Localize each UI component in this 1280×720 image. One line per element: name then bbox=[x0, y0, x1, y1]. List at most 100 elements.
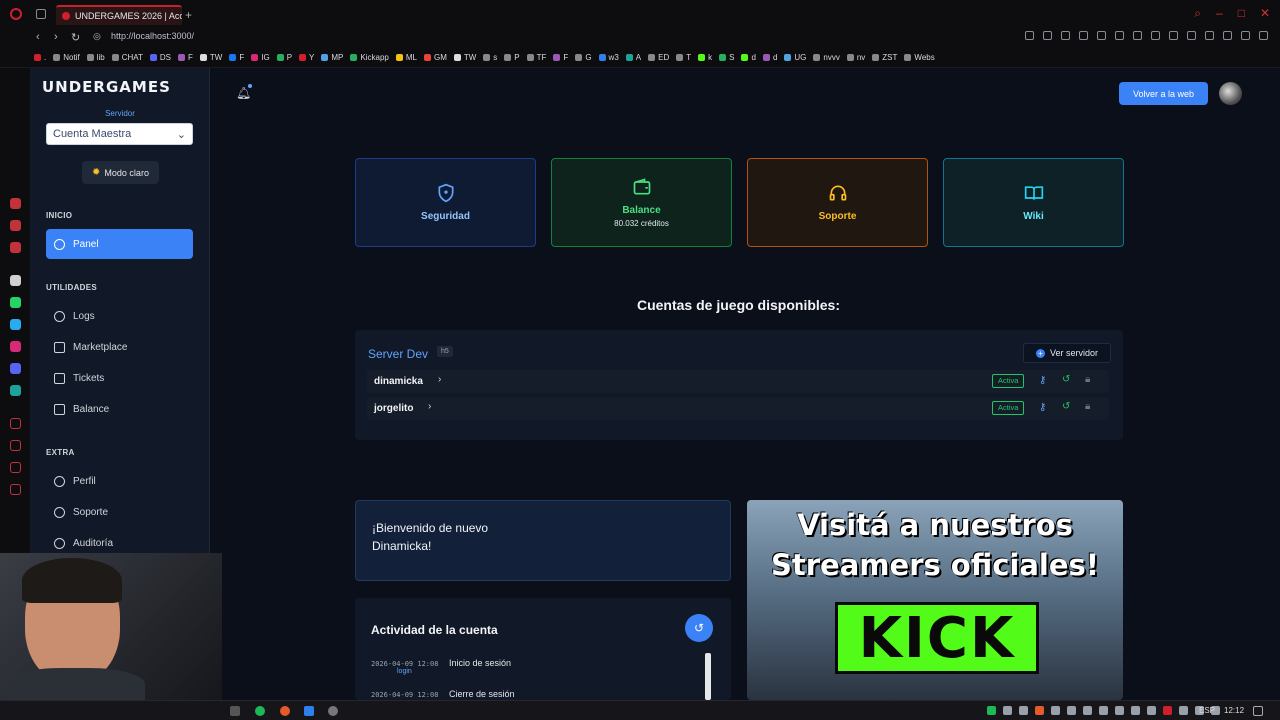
back-icon[interactable]: ‹ bbox=[36, 31, 40, 43]
search-icon[interactable]: ⌕ bbox=[1194, 6, 1201, 21]
bookmark-item[interactable]: s bbox=[483, 53, 497, 62]
bookmark-item[interactable]: ZST bbox=[872, 53, 897, 62]
sidebar-app-icon[interactable] bbox=[10, 440, 21, 451]
extension-icon[interactable] bbox=[1187, 31, 1196, 40]
extension-icon[interactable] bbox=[1079, 31, 1088, 40]
bookmark-item[interactable]: lib bbox=[87, 53, 105, 62]
chevron-right-icon[interactable]: › bbox=[428, 401, 431, 412]
extension-icon[interactable] bbox=[1115, 31, 1124, 40]
bookmark-item[interactable]: Notif bbox=[53, 53, 79, 62]
bookmark-item[interactable]: CHAT bbox=[112, 53, 143, 62]
sidebar-item-perfil[interactable]: Perfil bbox=[46, 466, 193, 496]
clock[interactable]: 12:12 bbox=[1224, 706, 1244, 715]
bookmark-item[interactable]: ML bbox=[396, 53, 417, 62]
lock-icon[interactable]: 🔒︎ bbox=[1085, 401, 1090, 412]
tray-icon[interactable] bbox=[987, 706, 996, 715]
bookmark-item[interactable]: T bbox=[676, 53, 691, 62]
sidebar-item-soporte[interactable]: Soporte bbox=[46, 497, 193, 527]
extension-icon[interactable] bbox=[1043, 31, 1052, 40]
bookmark-item[interactable]: TW bbox=[454, 53, 476, 62]
whatsapp-icon[interactable] bbox=[10, 297, 21, 308]
bookmark-item[interactable]: d bbox=[741, 53, 755, 62]
tray-icon[interactable] bbox=[1051, 706, 1060, 715]
account-row[interactable]: jorgelito › Activa ⚷ ↺ 🔒︎ bbox=[367, 397, 1109, 420]
extension-icon[interactable] bbox=[1151, 31, 1160, 40]
tray-icon[interactable] bbox=[1179, 706, 1188, 715]
sidebar-app-icon[interactable] bbox=[10, 462, 21, 473]
bookmark-item[interactable]: A bbox=[626, 53, 641, 62]
telegram-icon[interactable] bbox=[10, 319, 21, 330]
minimize-icon[interactable]: – bbox=[1216, 6, 1223, 21]
tray-icon[interactable] bbox=[1163, 706, 1172, 715]
support-card[interactable]: Soporte bbox=[747, 158, 928, 247]
opera-logo-icon[interactable] bbox=[10, 8, 22, 20]
taskbar-app-icon[interactable] bbox=[230, 706, 240, 716]
sidebar-app-icon[interactable] bbox=[10, 198, 21, 209]
history-icon[interactable]: ↺ bbox=[685, 614, 713, 642]
sidebar-app-icon[interactable] bbox=[10, 242, 21, 253]
bookmark-item[interactable]: Kickapp bbox=[350, 53, 388, 62]
tray-icon[interactable] bbox=[1131, 706, 1140, 715]
settings-icon[interactable] bbox=[10, 484, 21, 495]
bookmark-item[interactable]: Webs bbox=[904, 53, 934, 62]
account-row[interactable]: dinamicka › Activa ⚷ ↺ 🔒︎ bbox=[367, 370, 1109, 393]
bookmark-item[interactable]: TW bbox=[200, 53, 222, 62]
extension-icon[interactable] bbox=[1241, 31, 1250, 40]
bookmark-item[interactable]: k bbox=[698, 53, 712, 62]
bookmark-item[interactable]: d bbox=[763, 53, 777, 62]
sidebar-app-icon[interactable] bbox=[10, 220, 21, 231]
bookmark-item[interactable]: nv bbox=[847, 53, 865, 62]
sidebar-item-balance[interactable]: Balance bbox=[46, 394, 193, 424]
chevron-right-icon[interactable]: › bbox=[438, 374, 441, 385]
tray-icon[interactable] bbox=[1083, 706, 1092, 715]
view-server-button[interactable]: + Ver servidor bbox=[1023, 343, 1111, 363]
bookmark-item[interactable]: S bbox=[719, 53, 734, 62]
instagram-icon[interactable] bbox=[10, 341, 21, 352]
bookmark-item[interactable]: G bbox=[575, 53, 591, 62]
bookmark-item[interactable]: IG bbox=[251, 53, 269, 62]
sidebar-app-icon[interactable] bbox=[10, 418, 21, 429]
bookmark-item[interactable]: F bbox=[229, 53, 244, 62]
bookmark-item[interactable]: P bbox=[277, 53, 292, 62]
new-tab-icon[interactable]: + bbox=[185, 8, 192, 22]
undergames-logo[interactable]: UNDERGAMES bbox=[42, 78, 171, 96]
extension-icon[interactable] bbox=[1223, 31, 1232, 40]
reload-icon[interactable]: ↻ bbox=[71, 31, 80, 44]
sidebar-item-tickets[interactable]: Tickets bbox=[46, 363, 193, 393]
tray-icon[interactable] bbox=[1115, 706, 1124, 715]
balance-card[interactable]: Balance 80.032 créditos bbox=[551, 158, 732, 247]
taskbar-app-icon[interactable] bbox=[328, 706, 338, 716]
bookmark-item[interactable]: Y bbox=[299, 53, 314, 62]
taskbar-app-icon[interactable] bbox=[280, 706, 290, 716]
sidebar-item-logs[interactable]: Logs bbox=[46, 301, 193, 331]
bookmark-item[interactable]: nvvv bbox=[813, 53, 839, 62]
chatgpt-icon[interactable] bbox=[10, 275, 21, 286]
extension-icon[interactable] bbox=[1097, 31, 1106, 40]
light-mode-button[interactable]: ✹ Modo claro bbox=[82, 161, 159, 184]
bookmark-item[interactable]: . bbox=[34, 53, 46, 62]
keyboard-language[interactable]: ESP bbox=[1199, 706, 1215, 715]
bookmark-item[interactable]: GM bbox=[424, 53, 447, 62]
spotify-icon[interactable] bbox=[255, 706, 265, 716]
address-bar[interactable]: http://localhost:3000/ bbox=[111, 31, 194, 41]
tray-icon[interactable] bbox=[1035, 706, 1044, 715]
server-select[interactable]: Cuenta Maestra ⌄ bbox=[46, 123, 193, 145]
close-icon[interactable]: ✕ bbox=[1260, 6, 1270, 21]
extension-icon[interactable] bbox=[1205, 31, 1214, 40]
reset-icon[interactable]: ↺ bbox=[1062, 401, 1070, 412]
bookmark-item[interactable]: w3 bbox=[599, 53, 619, 62]
sidebar-app-icon[interactable] bbox=[10, 385, 21, 396]
sidebar-item-panel[interactable]: Panel bbox=[46, 229, 193, 259]
bookmark-item[interactable]: ED bbox=[648, 53, 669, 62]
browser-tab[interactable]: UNDERGAMES 2026 | Acc bbox=[56, 5, 182, 25]
lock-icon[interactable]: 🔒︎ bbox=[1085, 374, 1090, 385]
discord-icon[interactable] bbox=[10, 363, 21, 374]
scrollbar[interactable] bbox=[705, 653, 711, 700]
bookmark-item[interactable]: DS bbox=[150, 53, 171, 62]
security-card[interactable]: Seguridad bbox=[355, 158, 536, 247]
bookmark-item[interactable]: F bbox=[553, 53, 568, 62]
bookmark-item[interactable]: UG bbox=[784, 53, 806, 62]
streamers-banner[interactable]: Visitá a nuestros Streamers oficiales! K… bbox=[747, 500, 1123, 700]
forward-icon[interactable]: › bbox=[54, 31, 58, 43]
tray-icon[interactable] bbox=[1099, 706, 1108, 715]
